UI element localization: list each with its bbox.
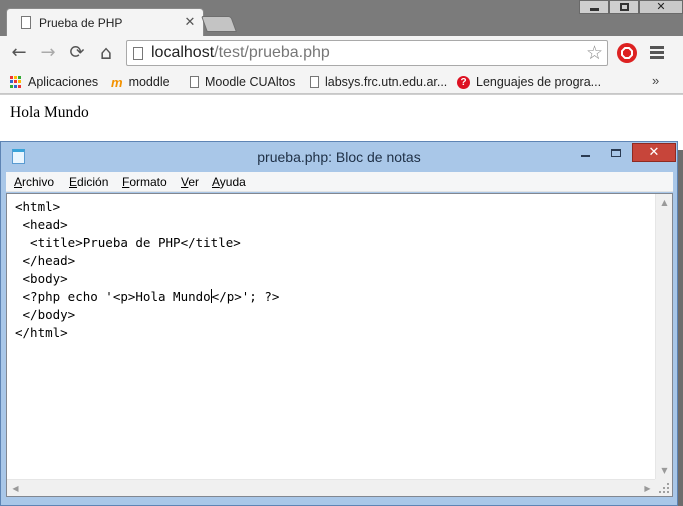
- back-button[interactable]: ←: [8, 42, 30, 64]
- vertical-scrollbar[interactable]: ▲ ▼: [655, 194, 672, 479]
- document-icon: [190, 76, 199, 88]
- close-button[interactable]: ✕: [639, 0, 683, 14]
- home-button[interactable]: ⌂: [95, 42, 117, 64]
- menu-edicion[interactable]: Edición: [69, 175, 108, 189]
- bookmark-label: labsys.frc.utn.edu.ar...: [325, 75, 448, 89]
- browser-window: Prueba de PHP ✕ ✕ ← → ⟳ ⌂ localhost/test…: [0, 0, 683, 150]
- scroll-down-icon[interactable]: ▼: [656, 462, 673, 479]
- notepad-minimize-button[interactable]: [572, 146, 598, 162]
- bookmark-lenguajes[interactable]: ? Lenguajes de progra...: [457, 73, 601, 91]
- address-bar[interactable]: localhost/test/prueba.php ☆: [126, 40, 608, 66]
- scroll-up-icon[interactable]: ▲: [656, 194, 673, 211]
- page-favicon-icon: [21, 16, 31, 29]
- scroll-right-icon[interactable]: ▶: [639, 480, 656, 497]
- horizontal-scrollbar[interactable]: ◀ ▶: [7, 479, 656, 496]
- notepad-text-area[interactable]: <html> <head> <title>Prueba de PHP</titl…: [6, 193, 673, 497]
- bookmark-label: Lenguajes de progra...: [476, 75, 602, 89]
- new-tab-button[interactable]: [201, 16, 237, 32]
- menu-ver[interactable]: Ver: [181, 175, 199, 189]
- bookmark-moodle-cualtos[interactable]: Moodle CUAltos: [190, 73, 295, 91]
- notepad-window: prueba.php: Bloc de notas ✕ Archivo Edic…: [0, 141, 678, 506]
- bookmark-label: moddle: [128, 75, 170, 89]
- code-line: </head>: [15, 253, 76, 268]
- tab-close-icon[interactable]: ✕: [181, 15, 199, 30]
- page-info-icon[interactable]: [133, 46, 143, 60]
- menu-archivo[interactable]: Archivo: [14, 175, 54, 189]
- notepad-maximize-button[interactable]: [603, 146, 629, 162]
- bookmark-label: Moodle CUAltos: [205, 75, 296, 89]
- code-line: <head>: [15, 217, 68, 232]
- notepad-content: <html> <head> <title>Prueba de PHP</titl…: [15, 198, 279, 342]
- scroll-left-icon[interactable]: ◀: [7, 480, 24, 497]
- notepad-close-button[interactable]: ✕: [632, 143, 676, 162]
- bookmarks-bar: Aplicaciones m moddle Moodle CUAltos lab…: [0, 70, 683, 94]
- code-line: </html>: [15, 325, 68, 340]
- reload-button[interactable]: ⟳: [66, 42, 88, 64]
- bookmark-label: Aplicaciones: [28, 75, 99, 89]
- maximize-button[interactable]: [609, 0, 639, 14]
- forward-button[interactable]: →: [37, 42, 59, 64]
- tab-prueba-de-php[interactable]: Prueba de PHP ✕: [6, 8, 204, 36]
- page-output-text: Hola Mundo: [10, 104, 89, 121]
- moodle-icon: m: [111, 74, 123, 90]
- bookmark-labsys[interactable]: labsys.frc.utn.edu.ar...: [310, 73, 447, 91]
- minimize-icon: [581, 155, 590, 157]
- question-icon: ?: [457, 75, 470, 89]
- adblock-extension-icon[interactable]: [617, 43, 637, 63]
- bookmarks-overflow-button[interactable]: »: [652, 73, 659, 88]
- code-line: <body>: [15, 271, 68, 286]
- code-line: <title>Prueba de PHP</title>: [15, 235, 241, 250]
- code-line: <html>: [15, 199, 61, 214]
- chrome-menu-button[interactable]: [650, 46, 664, 60]
- bookmark-aplicaciones[interactable]: Aplicaciones: [10, 73, 98, 91]
- bookmark-star-icon[interactable]: ☆: [586, 42, 603, 64]
- menu-formato[interactable]: Formato: [122, 175, 167, 189]
- menu-ayuda[interactable]: Ayuda: [212, 175, 246, 189]
- bookmark-moddle[interactable]: m moddle: [111, 73, 170, 91]
- notepad-titlebar[interactable]: prueba.php: Bloc de notas ✕: [1, 142, 677, 171]
- tab-strip: Prueba de PHP ✕ ✕: [0, 0, 683, 36]
- close-icon: ✕: [656, 0, 666, 13]
- notepad-menubar: Archivo Edición Formato Ver Ayuda: [6, 172, 673, 192]
- browser-toolbar: ← → ⟳ ⌂ localhost/test/prueba.php ☆: [0, 36, 683, 70]
- maximize-icon: [611, 149, 621, 157]
- minimize-button[interactable]: [579, 0, 609, 14]
- tab-title: Prueba de PHP: [39, 15, 123, 30]
- url-host: localhost: [151, 44, 215, 61]
- browser-window-controls: ✕: [579, 0, 683, 14]
- close-icon: ✕: [648, 145, 660, 160]
- document-icon: [310, 76, 319, 88]
- code-line: </body>: [15, 307, 76, 322]
- code-line: <?php echo '<p>Hola Mundo</p>'; ?>: [15, 289, 280, 304]
- resize-grip-icon[interactable]: [655, 479, 672, 496]
- maximize-icon: [619, 3, 629, 11]
- url-path: /test/prueba.php: [214, 44, 330, 61]
- minimize-icon: [589, 8, 599, 11]
- apps-grid-icon: [10, 76, 22, 88]
